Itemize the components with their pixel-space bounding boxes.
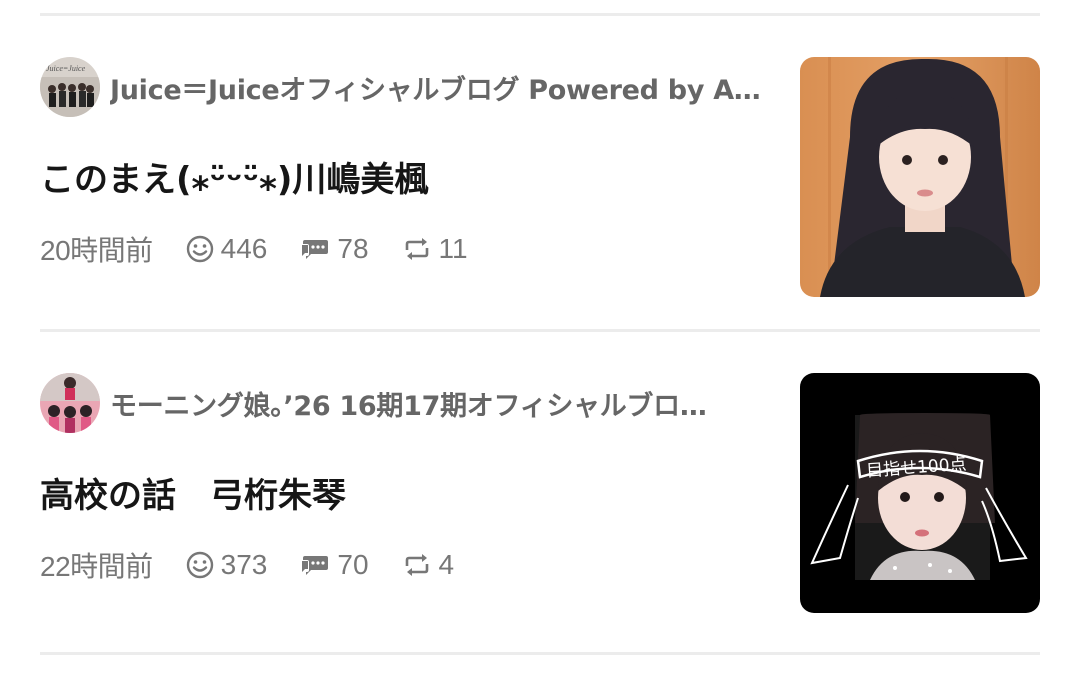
blog-name[interactable]: モーニング娘。’26 16期17期オフィシャルブロ… [110,384,707,423]
divider [40,652,1040,655]
blog-avatar[interactable]: Juice=Juice [40,57,100,117]
repeat-icon [405,554,428,576]
blog-avatar[interactable] [40,373,100,433]
speech-bubble-icon [301,240,329,259]
blog-name[interactable]: Juice＝Juiceオフィシャルブログ Powered by A… [110,68,761,107]
post-time: 22時間前 [40,551,153,582]
smile-icon [186,551,213,579]
post-thumbnail[interactable]: 目指せ100点 [800,373,1040,613]
like-stat[interactable]: 373 [185,549,268,581]
comment-count: 78 [337,233,369,264]
repeat-icon [405,238,428,260]
feed-item[interactable]: Juice=Juice Juice＝Juiceオフィシャルブログ Powered… [40,57,1040,297]
like-count: 446 [220,233,268,264]
reblog-stat[interactable]: 11 [401,233,468,265]
reblog-count: 11 [438,233,468,264]
blog-info[interactable]: Juice=Juice Juice＝Juiceオフィシャルブログ Powered… [40,57,780,117]
post-meta: 22時間前 373 70 4 [40,545,486,585]
divider [40,329,1040,332]
comment-count: 70 [337,549,369,580]
blog-feed: Juice=Juice Juice＝Juiceオフィシャルブログ Powered… [0,0,1080,673]
post-meta: 20時間前 446 78 11 [40,229,500,269]
reblog-count: 4 [438,549,455,580]
speech-bubble-icon [301,556,329,575]
like-stat[interactable]: 446 [185,233,268,265]
avatar-logo-text: Juice=Juice [46,64,86,73]
comment-stat[interactable]: 78 [299,233,369,265]
feed-item[interactable]: モーニング娘。’26 16期17期オフィシャルブロ… 高校の話 弓桁朱琴 22時… [40,373,1040,613]
post-title[interactable]: 高校の話 弓桁朱琴 [40,468,346,517]
reblog-stat[interactable]: 4 [401,549,455,581]
smile-icon [186,235,213,263]
post-thumbnail[interactable] [800,57,1040,297]
divider [40,13,1040,16]
post-time: 20時間前 [40,235,153,266]
post-title[interactable]: このまえ(⁎ᵕ̈ᵕᵕ̈⁎)川嶋美楓 [40,152,428,201]
like-count: 373 [220,549,268,580]
comment-stat[interactable]: 70 [299,549,369,581]
blog-info[interactable]: モーニング娘。’26 16期17期オフィシャルブロ… [40,373,780,433]
